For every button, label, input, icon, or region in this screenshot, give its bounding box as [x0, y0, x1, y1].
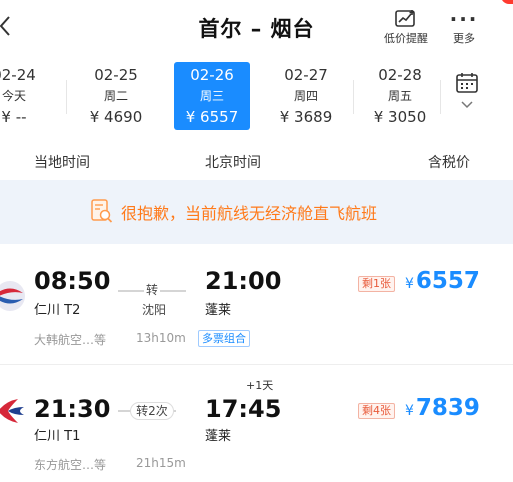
- date-item[interactable]: 02-27 周四 ¥ 3689: [268, 62, 344, 130]
- tax-included-label: 含税价: [428, 155, 470, 171]
- date-price: ¥ --: [1, 108, 27, 126]
- departure-time: 08:50: [34, 267, 111, 295]
- departure-airport: 仁川 T2: [34, 303, 81, 318]
- date-strip: 02-24 今天 ¥ -- 02-25 周二 ¥ 4690 02-26 周三 ¥…: [0, 58, 513, 134]
- stop-city: 沈阳: [141, 303, 166, 317]
- date-price: ¥ 6557: [185, 108, 239, 126]
- arrival-airport: 蓬莱: [205, 303, 232, 318]
- currency-symbol: ¥: [405, 276, 414, 292]
- date-label: 02-27: [284, 66, 328, 84]
- price-value: 7839: [415, 395, 480, 421]
- date-label: 02-24: [0, 66, 36, 84]
- flight-duration: 13h10m: [136, 331, 186, 345]
- korean-air-logo: [0, 281, 25, 311]
- arrival-airport: 蓬莱: [205, 429, 232, 444]
- date-price: ¥ 3050: [373, 108, 427, 126]
- combo-ticket-tag: 多票组合: [198, 330, 250, 347]
- weekday-label: 周四: [293, 89, 318, 103]
- stop-label: 转2次: [130, 402, 174, 420]
- price-value: 6557: [415, 268, 480, 294]
- more-button[interactable]: ··· 更多: [444, 8, 484, 46]
- flight-card[interactable]: 21:30 仁川 T1 转2次 +1天 17:45 蓬莱 剩4张 ¥7839 东…: [0, 365, 513, 482]
- local-time-label: 当地时间: [34, 155, 90, 171]
- flight-card[interactable]: 08:50 仁川 T2 转 沈阳 21:00 蓬莱 剩1张 ¥6557 大韩航空…: [0, 245, 513, 363]
- no-direct-flight-notice: 很抱歉，当前航线无经济舱直飞航班: [0, 180, 513, 244]
- route-line: [160, 290, 186, 292]
- date-divider: [353, 80, 354, 114]
- currency-symbol: ¥: [405, 403, 414, 419]
- price-alert-label: 低价提醒: [384, 32, 428, 45]
- airline-name: 大韩航空…等: [34, 333, 107, 347]
- date-price: ¥ 4690: [89, 108, 143, 126]
- notice-text: 很抱歉，当前航线无经济舱直飞航班: [121, 204, 378, 223]
- date-divider: [66, 80, 67, 114]
- notification-dot: [501, 0, 513, 4]
- route-line: [118, 290, 144, 292]
- price-alert-icon: [395, 10, 415, 27]
- date-price: ¥ 3689: [279, 108, 333, 126]
- flight-duration: 21h15m: [136, 456, 186, 470]
- weekday-label: 周五: [387, 89, 412, 103]
- date-item[interactable]: 02-28 周五 ¥ 3050: [362, 62, 438, 130]
- top-bar: 首尔 – 烟台 低价提醒 ··· 更多: [0, 0, 513, 58]
- date-item[interactable]: 02-25 周二 ¥ 4690: [78, 62, 154, 130]
- weekday-label: 周二: [103, 89, 128, 103]
- airline-name: 东方航空…等: [34, 458, 107, 472]
- china-eastern-logo: [0, 399, 24, 423]
- weekday-label: 今天: [1, 89, 26, 103]
- route-title: 首尔 – 烟台: [198, 17, 315, 41]
- column-header: 当地时间 北京时间 含税价: [0, 143, 513, 179]
- date-label: 02-28: [378, 66, 422, 84]
- arrival-time: 17:45: [205, 395, 282, 423]
- next-day-indicator: +1天: [246, 379, 274, 392]
- more-dots-icon: ···: [449, 7, 479, 31]
- chevron-down-icon: [461, 101, 473, 109]
- more-label: 更多: [453, 32, 475, 45]
- beijing-time-label: 北京时间: [205, 155, 261, 171]
- seats-remaining-badge: 剩4张: [358, 403, 395, 419]
- calendar-button[interactable]: [452, 72, 482, 110]
- departure-time: 21:30: [34, 395, 111, 423]
- price-alert-button[interactable]: 低价提醒: [378, 8, 434, 46]
- flight-price: ¥6557: [405, 268, 480, 294]
- calendar-icon: [456, 73, 478, 93]
- date-divider: [440, 80, 441, 114]
- stop-label: 转: [145, 283, 158, 297]
- arrival-time: 21:00: [205, 267, 282, 295]
- search-document-icon: [91, 199, 113, 223]
- date-item-selected[interactable]: 02-26 周三 ¥ 6557: [174, 62, 250, 130]
- flight-price: ¥7839: [405, 395, 480, 421]
- seats-remaining-badge: 剩1张: [358, 276, 395, 292]
- date-label: 02-25: [94, 66, 138, 84]
- date-label: 02-26: [190, 66, 234, 84]
- departure-airport: 仁川 T1: [34, 429, 81, 444]
- date-item[interactable]: 02-24 今天 ¥ --: [0, 62, 52, 130]
- weekday-label: 周三: [199, 89, 224, 103]
